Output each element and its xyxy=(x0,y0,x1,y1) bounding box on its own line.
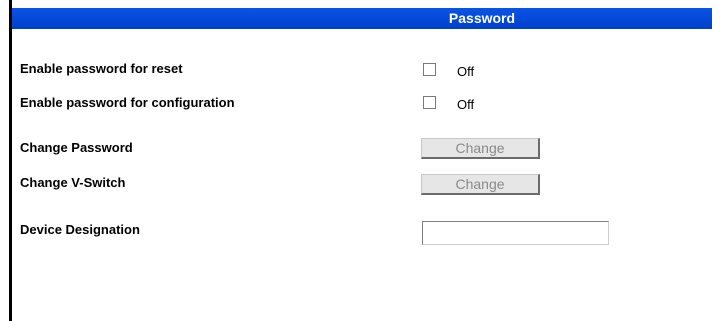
header-bar: Password xyxy=(12,8,712,29)
reset-password-checkbox[interactable] xyxy=(423,63,436,76)
page-title: Password xyxy=(448,10,516,26)
device-designation-label: Device Designation xyxy=(20,222,140,237)
change-vswitch-button[interactable]: Change xyxy=(421,174,540,195)
reset-password-label: Enable password for reset xyxy=(20,61,183,76)
config-password-checkbox[interactable] xyxy=(423,96,436,109)
reset-password-state: Off xyxy=(457,64,475,79)
change-password-button[interactable]: Change xyxy=(421,138,540,159)
config-password-state: Off xyxy=(457,97,475,112)
left-border xyxy=(9,0,12,321)
device-designation-input[interactable] xyxy=(422,221,609,245)
config-password-label: Enable password for configuration xyxy=(20,95,235,110)
password-settings-panel: Password Enable password for reset Off E… xyxy=(0,0,720,321)
change-password-label: Change Password xyxy=(20,140,133,155)
change-vswitch-label: Change V-Switch xyxy=(20,175,126,190)
